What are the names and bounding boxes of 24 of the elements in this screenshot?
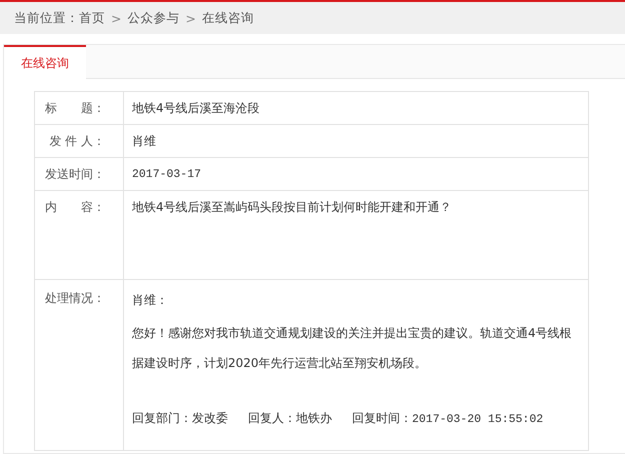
reply-greeting: 肖维： (132, 292, 169, 309)
field-label: 内 容： (34, 190, 124, 280)
field-label: 发 件 人： (34, 124, 124, 158)
field-value: 地铁4号线后溪至海沧段 (124, 92, 588, 124)
field-value: 肖维 (124, 124, 588, 158)
meta-value: 地铁办 (296, 411, 332, 425)
field-label: 处理情况： (34, 280, 124, 450)
field-value: 地铁4号线后溪至嵩屿码头段按目前计划何时能开建和开通？ (124, 190, 588, 280)
breadcrumb-separator: > (185, 10, 196, 26)
breadcrumb-link[interactable]: 首页 (79, 10, 105, 26)
field-label: 标 题： (34, 92, 124, 124)
breadcrumb-link[interactable]: 公众参与 (127, 10, 180, 26)
tab[interactable]: 在线咨询 (4, 45, 86, 79)
meta-value: 2017-03-20 15:55:02 (412, 413, 544, 426)
meta-label: 回复部门： (132, 411, 192, 425)
reply-text: 您好！感谢您对我市轨道交通规划建设的关注并提出宝贵的建议。轨道交通4号线根据建设时序，计划2020年先行运营北站至翔安机场段。 (132, 325, 573, 372)
meta-value: 发改委 (192, 411, 228, 425)
field-label: 发送时间： (34, 158, 124, 190)
field-value: 2017-03-17 (124, 158, 588, 190)
breadcrumb-separator: > (111, 10, 122, 26)
meta-label: 回复人： (248, 411, 296, 425)
breadcrumb-label: 当前位置： (14, 10, 79, 26)
meta-label: 回复时间： (352, 411, 412, 425)
breadcrumb-link[interactable]: 在线咨询 (202, 10, 254, 26)
